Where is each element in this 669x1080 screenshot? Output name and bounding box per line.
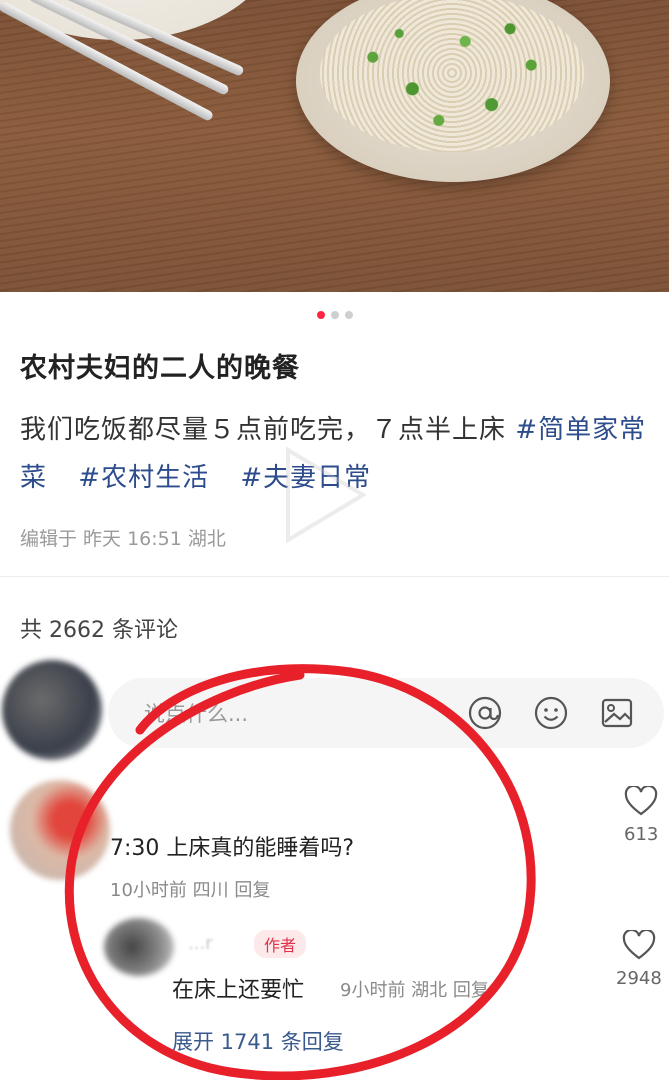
heart-icon xyxy=(622,930,656,960)
tag-link[interactable]: #夫妻日常 xyxy=(240,463,371,493)
reply-meta[interactable]: 9小时前 湖北 回复 xyxy=(340,976,489,1002)
comment-text: 7:30 上床真的能睡着吗? xyxy=(110,836,355,861)
divider xyxy=(0,576,669,577)
at-icon[interactable] xyxy=(466,694,504,732)
expand-replies-link[interactable]: 展开 1741 条回复 xyxy=(172,1026,344,1056)
carousel-dot-active[interactable] xyxy=(316,311,325,319)
post-title: 农村夫妇的二人的晚餐 xyxy=(20,353,300,384)
avatar[interactable] xyxy=(104,918,174,976)
edit-meta: 编辑于 昨天 16:51 湖北 xyxy=(20,528,226,550)
post-image[interactable] xyxy=(0,0,669,292)
emoji-icon[interactable] xyxy=(532,694,570,732)
carousel-dot[interactable] xyxy=(330,311,339,319)
reply-username[interactable]: ...r xyxy=(188,933,213,954)
comment-count: 共 2662 条评论 xyxy=(20,618,178,643)
like-button[interactable]: 613 xyxy=(624,786,658,845)
avatar[interactable] xyxy=(2,660,102,760)
like-count: 2948 xyxy=(616,968,662,989)
like-button[interactable]: 2948 xyxy=(616,930,662,989)
avatar[interactable] xyxy=(10,780,110,880)
image-icon[interactable] xyxy=(598,694,636,732)
comment-input[interactable]: 说点什么... xyxy=(108,678,664,748)
tag-link[interactable]: #农村生活 xyxy=(78,463,209,493)
carousel-dot[interactable] xyxy=(344,311,353,319)
comment-meta[interactable]: 10小时前 四川 回复 xyxy=(110,876,270,902)
like-count: 613 xyxy=(624,824,659,845)
fried-rice xyxy=(320,0,584,152)
post-description-text: 我们吃饭都尽量５点前吃完，７点半上床 xyxy=(20,415,507,445)
carousel-indicator xyxy=(0,311,669,319)
post-description: 我们吃饭都尽量５点前吃完，７点半上床 #简单家常菜 #农村生活 #夫妻日常 xyxy=(20,406,650,502)
reply-text: 在床上还要忙 xyxy=(172,978,305,1003)
author-badge: 作者 xyxy=(254,930,307,958)
heart-icon xyxy=(624,786,658,816)
comment-input-placeholder: 说点什么... xyxy=(144,702,249,726)
rice-bowl xyxy=(296,0,610,182)
